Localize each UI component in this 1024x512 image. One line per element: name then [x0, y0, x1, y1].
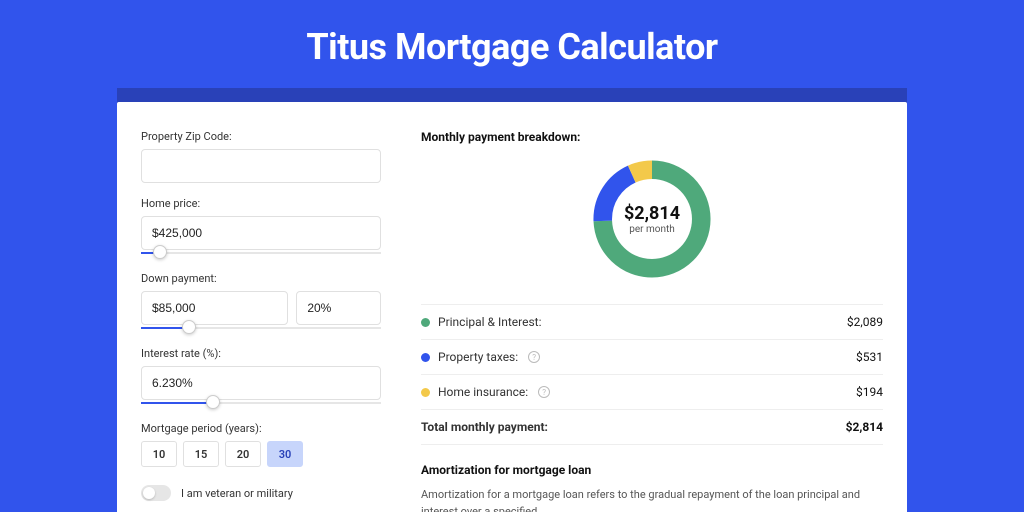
form-column: Property Zip Code: Home price: Down paym… — [141, 130, 381, 494]
price-input[interactable] — [141, 216, 381, 250]
legend-value: $531 — [856, 350, 883, 364]
page-title: Titus Mortgage Calculator — [0, 26, 1024, 68]
legend-label: Principal & Interest: — [438, 315, 542, 329]
period-option-15[interactable]: 15 — [183, 441, 219, 467]
field-price: Home price: — [141, 197, 381, 258]
field-period: Mortgage period (years): 10152030 — [141, 422, 381, 467]
legend-row-2: Home insurance:? $194 — [421, 375, 883, 410]
total-value: $2,814 — [846, 420, 883, 434]
legend-value: $194 — [856, 385, 883, 399]
donut-amount: $2,814 — [624, 203, 680, 224]
price-slider[interactable] — [141, 248, 381, 258]
period-option-20[interactable]: 20 — [225, 441, 261, 467]
veteran-row: I am veteran or military — [141, 485, 381, 501]
legend-dot-icon — [421, 388, 430, 397]
down-amount-input[interactable] — [141, 291, 288, 325]
donut-sub: per month — [629, 224, 675, 235]
info-icon[interactable]: ? — [538, 386, 550, 398]
total-label: Total monthly payment: — [421, 420, 548, 434]
veteran-label: I am veteran or military — [181, 487, 293, 500]
zip-label: Property Zip Code: — [141, 130, 381, 143]
price-label: Home price: — [141, 197, 381, 210]
period-label: Mortgage period (years): — [141, 422, 381, 435]
down-label: Down payment: — [141, 272, 381, 285]
rate-input[interactable] — [141, 366, 381, 400]
results-column: Monthly payment breakdown: $2,814 per mo… — [421, 130, 883, 494]
legend: Principal & Interest: $2,089 Property taxe… — [421, 304, 883, 445]
donut-chart: $2,814 per month — [587, 154, 717, 284]
amortization-text: Amortization for a mortgage loan refers … — [421, 487, 883, 512]
veteran-toggle[interactable] — [141, 485, 171, 501]
zip-input[interactable] — [141, 149, 381, 183]
legend-value: $2,089 — [847, 315, 883, 329]
field-rate: Interest rate (%): — [141, 347, 381, 408]
legend-total-row: Total monthly payment: $2,814 — [421, 410, 883, 445]
period-option-30[interactable]: 30 — [267, 441, 303, 467]
legend-dot-icon — [421, 318, 430, 327]
field-zip: Property Zip Code: — [141, 130, 381, 183]
amortization-section: Amortization for mortgage loan Amortizat… — [421, 463, 883, 512]
legend-row-1: Property taxes:? $531 — [421, 340, 883, 375]
rate-slider[interactable] — [141, 398, 381, 408]
amortization-title: Amortization for mortgage loan — [421, 463, 883, 477]
legend-dot-icon — [421, 353, 430, 362]
rate-label: Interest rate (%): — [141, 347, 381, 360]
down-slider[interactable] — [141, 323, 381, 333]
donut-chart-wrap: $2,814 per month — [421, 154, 883, 284]
field-down: Down payment: — [141, 272, 381, 333]
legend-row-0: Principal & Interest: $2,089 — [421, 305, 883, 340]
calculator-card: Property Zip Code: Home price: Down paym… — [117, 102, 907, 512]
breakdown-title: Monthly payment breakdown: — [421, 130, 883, 144]
legend-label: Home insurance: — [438, 385, 528, 399]
down-percent-input[interactable] — [296, 291, 381, 325]
info-icon[interactable]: ? — [528, 351, 540, 363]
legend-label: Property taxes: — [438, 350, 518, 364]
period-option-10[interactable]: 10 — [141, 441, 177, 467]
